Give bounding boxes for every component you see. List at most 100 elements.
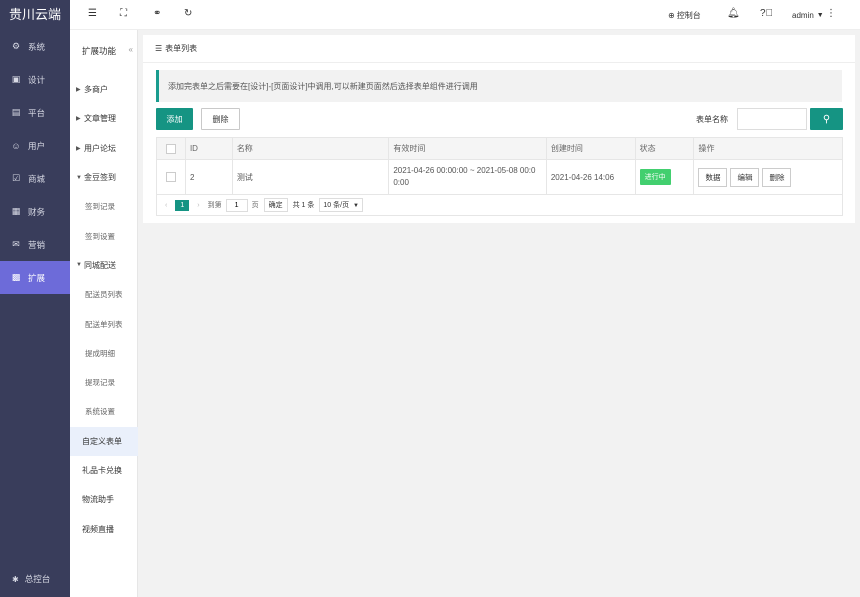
row-checkbox[interactable] xyxy=(165,172,176,182)
sub-item-11[interactable]: 系统设置 xyxy=(70,397,138,426)
nav-console-item[interactable]: ✱ 总控台 xyxy=(0,569,70,589)
sub-item-15[interactable]: 视频直播 xyxy=(70,514,138,543)
sub-item-label: 视频直播 xyxy=(82,524,114,534)
row-actions: 数据 编辑 删除 xyxy=(694,160,842,194)
row-delete-button[interactable]: 删除 xyxy=(762,167,792,187)
caret-right-icon: ▶ xyxy=(76,87,81,94)
goto-confirm-button[interactable]: 确定 xyxy=(263,198,288,212)
header-actions: 操作 xyxy=(698,144,715,153)
table-header: ID 名称 有效时间 创建时间 状态 操作 xyxy=(157,138,842,160)
form-name-search-input[interactable] xyxy=(737,108,807,130)
chevron-down-icon: ▼ xyxy=(353,203,359,209)
refresh-icon[interactable]: ↻ xyxy=(184,8,192,19)
sub-item-13[interactable]: 礼品卡兑换 xyxy=(70,456,138,485)
sub-item-7[interactable]: 配送员列表 xyxy=(70,280,138,309)
page-title: 表单列表 xyxy=(165,44,198,53)
nav-item-3[interactable]: ☺ 用户 xyxy=(0,129,70,162)
nav-item-0[interactable]: ⚙ 系统 xyxy=(0,30,70,63)
sub-item-label: 礼品卡兑换 xyxy=(82,466,122,475)
sub-item-label: 签到设置 xyxy=(85,231,115,241)
sub-item-label: 提现记录 xyxy=(85,378,115,388)
gear-icon: ⚙ xyxy=(11,41,21,51)
sub-item-0[interactable]: ▶ 多商户 xyxy=(70,75,138,104)
nav-item-label: 平台 xyxy=(28,107,46,118)
caret-down-icon: ▼ xyxy=(76,262,82,269)
sub-item-label: 同城配送 xyxy=(84,260,116,270)
prev-page-icon[interactable]: ‹ xyxy=(165,202,167,209)
form-list-card: ☰ 表单列表 添加完表单之后需要在[设计]-[页面设计]中调用,可以新建页面然后… xyxy=(143,35,855,223)
nav-item-4[interactable]: ☑ 商城 xyxy=(0,162,70,195)
sub-item-8[interactable]: 配送单列表 xyxy=(70,309,138,338)
data-button[interactable]: 数据 xyxy=(698,167,728,187)
page-size-select[interactable]: 10 条/页 ▼ xyxy=(319,198,363,212)
shop-icon: ☑ xyxy=(11,173,21,183)
sub-item-label: 自定义表单 xyxy=(82,436,122,446)
nav-item-2[interactable]: ▤ 平台 xyxy=(0,96,70,129)
page-1-button[interactable]: 1 xyxy=(175,199,190,211)
menu-toggle-icon[interactable]: ☰ xyxy=(88,8,97,19)
nav-item-label: 营销 xyxy=(28,239,46,250)
help-icon[interactable]: ?⃝ xyxy=(760,8,773,19)
nav-item-1[interactable]: ▣ 设计 xyxy=(0,63,70,96)
form-table: ID 名称 有效时间 创建时间 状态 操作 2 测试 2021-04-26 00… xyxy=(156,137,843,216)
sub-item-12[interactable]: 自定义表单 xyxy=(70,426,138,456)
sub-item-9[interactable]: 提成明细 xyxy=(70,339,138,368)
header-status: 状态 xyxy=(636,138,695,159)
user-menu[interactable]: admin ▼ xyxy=(792,0,824,30)
notice-banner: 添加完表单之后需要在[设计]-[页面设计]中调用,可以新建页面然后选择表单组件进… xyxy=(156,70,842,102)
top-bar: ☰ ⛶ ⚭ ↻ ⊕ 控制台 🔔︎ ?⃝ admin ▼ ⋮ xyxy=(70,0,860,30)
edit-button[interactable]: 编辑 xyxy=(730,167,760,187)
search-icon: ⚲ xyxy=(822,113,831,125)
sub-item-6[interactable]: ▼ 同城配送 xyxy=(70,251,138,280)
user-icon: ☺ xyxy=(11,140,21,151)
total-count: 共 1 条 xyxy=(292,202,315,209)
finance-icon: ▦ xyxy=(11,206,21,216)
header-valid-time: 有效时间 xyxy=(389,138,547,159)
row-status-cell: 进行中 xyxy=(636,160,695,194)
goto-page-input[interactable] xyxy=(225,198,248,212)
delete-button[interactable]: 删除 xyxy=(201,108,240,130)
add-button[interactable]: 添加 xyxy=(156,108,193,130)
search-label: 表单名称 xyxy=(696,115,728,124)
sub-sidebar-list: ▶ 多商户 ▶ 文章管理 ▶ 用户论坛 ▼ 金豆签到 签到记录 签到设置 ▼ 同城配送 配送员列表 配送单… xyxy=(70,75,138,544)
nav-item-label: 财务 xyxy=(28,206,46,217)
sub-item-label: 用户论坛 xyxy=(84,143,116,153)
nav-console-label: 总控台 xyxy=(24,574,51,584)
sub-item-2[interactable]: ▶ 用户论坛 xyxy=(70,134,138,163)
nav-item-label: 商城 xyxy=(28,173,46,184)
sub-item-5[interactable]: 签到设置 xyxy=(70,221,138,250)
page-unit-label: 页 xyxy=(251,202,259,209)
collapse-sidebar-icon[interactable]: « xyxy=(129,45,133,54)
globe-icon: ⊕ xyxy=(668,10,675,20)
platform-icon: ▤ xyxy=(11,107,21,117)
nav-item-7[interactable]: ▩ 扩展 xyxy=(0,261,70,294)
search-button[interactable]: ⚲ xyxy=(810,108,843,130)
bell-icon[interactable]: 🔔︎ xyxy=(727,8,740,19)
more-vertical-icon[interactable]: ⋮ xyxy=(826,8,836,19)
console-link[interactable]: ⊕ 控制台 xyxy=(668,0,701,30)
nav-item-5[interactable]: ▦ 财务 xyxy=(0,195,70,228)
sub-item-label: 金豆签到 xyxy=(84,173,116,183)
fullscreen-icon[interactable]: ⛶ xyxy=(120,8,127,19)
caret-right-icon: ▶ xyxy=(76,116,81,123)
main-nav-list: ⚙ 系统 ▣ 设计 ▤ 平台 ☺ 用户 ☑ 商城 ▦ 财务 ✉ 营销 ▩ 扩展 xyxy=(0,30,70,294)
sub-item-label: 配送员列表 xyxy=(85,290,123,300)
row-id: 2 xyxy=(186,160,233,194)
next-page-icon[interactable]: › xyxy=(197,202,199,209)
nav-item-6[interactable]: ✉ 营销 xyxy=(0,228,70,261)
sub-item-3[interactable]: ▼ 金豆签到 xyxy=(70,163,138,192)
link-icon[interactable]: ⚭ xyxy=(153,8,161,19)
sub-item-label: 多商户 xyxy=(84,85,108,95)
select-all-checkbox[interactable] xyxy=(165,143,176,154)
nav-item-label: 系统 xyxy=(28,41,46,52)
nav-item-label: 设计 xyxy=(28,74,46,85)
sub-item-10[interactable]: 提现记录 xyxy=(70,368,138,397)
row-created: 2021-04-26 14:06 xyxy=(547,160,636,194)
table-row: 2 测试 2021-04-26 00:00:00 ~ 2021-05-08 00… xyxy=(157,160,842,195)
sub-item-1[interactable]: ▶ 文章管理 xyxy=(70,104,138,133)
sub-item-4[interactable]: 签到记录 xyxy=(70,192,138,221)
page-size-value: 10 条/页 xyxy=(323,202,350,209)
row-valid-time: 2021-04-26 00:00:00 ~ 2021-05-08 00:00:0… xyxy=(389,160,547,194)
sub-item-14[interactable]: 物流助手 xyxy=(70,485,138,514)
goto-label: 到第 xyxy=(207,202,222,209)
